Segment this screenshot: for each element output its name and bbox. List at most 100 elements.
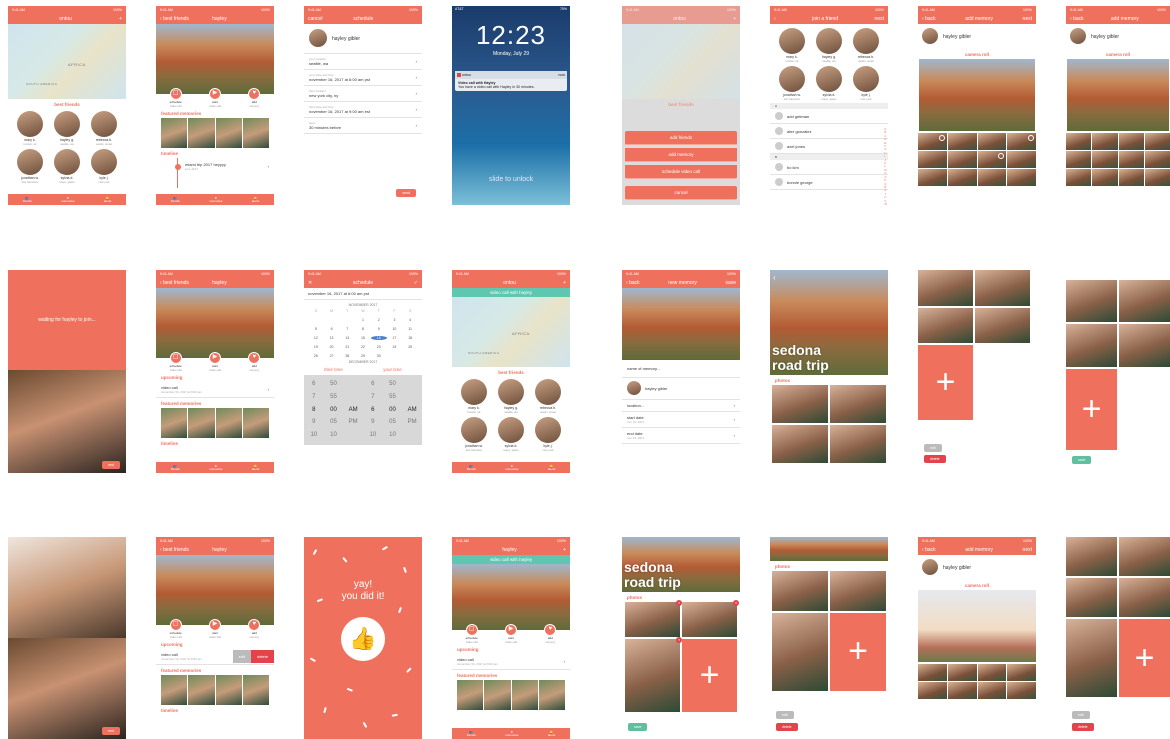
calendar-day[interactable]: 2	[371, 318, 387, 322]
add-icon[interactable]: +	[119, 16, 122, 22]
picker-value[interactable]: 10	[363, 432, 383, 445]
picker-value[interactable]: 05	[324, 419, 344, 432]
tab-memories[interactable]: ★ memories	[61, 196, 74, 203]
picker-value[interactable]: 10	[383, 432, 403, 445]
picker-value[interactable]: 6	[363, 407, 383, 420]
picker-value[interactable]: PM	[402, 419, 422, 432]
back-icon[interactable]: ‹	[773, 273, 776, 282]
picker-value[interactable]: 50	[324, 381, 344, 394]
picker-value[interactable]: PM	[343, 419, 363, 432]
featured-memories[interactable]	[156, 118, 274, 148]
timeline-item[interactable]: miami trip 2017 heyyyy june 2017 ›	[180, 158, 274, 174]
calendar-day[interactable]: 7	[339, 327, 355, 331]
calendar-day[interactable]: 14	[339, 336, 355, 340]
calendar-day[interactable]: 9	[371, 327, 387, 331]
calendar-day[interactable]: 25	[402, 345, 418, 349]
end-call-button[interactable]: end	[102, 461, 120, 469]
friend-item[interactable]: kyle j. new york	[87, 149, 121, 184]
calendar-day[interactable]: 13	[324, 336, 340, 340]
slide-to-unlock[interactable]: slide to unlock	[452, 176, 570, 183]
delete-button[interactable]: delete	[924, 455, 946, 463]
picker-value[interactable]: AM	[402, 407, 422, 420]
calendar-day[interactable]: 16	[370, 336, 387, 340]
edit-button[interactable]: edit	[924, 444, 942, 452]
calendar-day[interactable]	[308, 318, 324, 322]
picker-value[interactable]: 50	[383, 381, 403, 394]
calendar-day[interactable]: 8	[355, 327, 371, 331]
remove-photo-icon[interactable]: ×	[676, 636, 682, 643]
picker-value[interactable]: 55	[324, 394, 344, 407]
picker-value[interactable]: 55	[383, 394, 403, 407]
calendar-day[interactable]: 3	[387, 318, 403, 322]
calendar-day[interactable]: 26	[308, 354, 324, 358]
picker-value[interactable]: 05	[383, 419, 403, 432]
remove-photo-icon[interactable]: ×	[733, 600, 739, 606]
calendar-day[interactable]	[387, 354, 403, 358]
save-button[interactable]: save	[628, 723, 648, 731]
friend-item[interactable]: rebecca b. austin, texas	[87, 111, 121, 146]
calendar-day[interactable]: 24	[387, 345, 403, 349]
notification[interactable]: ontou now Video call with Hayley You have …	[455, 71, 567, 92]
calendar[interactable]: S M T W T F S 1 2 3 4 5 6 7 8 9 10 11 12 13 14 15 16 17 18 19 20 21…	[304, 307, 422, 360]
back-button[interactable]: ‹ back	[922, 16, 936, 22]
calendar-day[interactable]: 21	[339, 345, 355, 349]
picker-value[interactable]: 9	[363, 419, 383, 432]
alphabet-index[interactable]: ABCDEFGHIJKLMNOPQRSTUVWXYZ#	[884, 127, 887, 205]
picker-value[interactable]	[343, 394, 363, 407]
time-picker[interactable]: 6 50 6 50 7 55 7 55 8 00 AM 6 00 AM 9 05 PM 9 05 PM 10 10 10 10	[304, 375, 422, 445]
schedule-call-button[interactable]: ▢ schedule video call	[169, 88, 182, 108]
tab-alerts[interactable]: 🔔 alerts	[104, 196, 111, 203]
picker-value[interactable]	[402, 394, 422, 407]
picker-value[interactable]: 7	[304, 394, 324, 407]
edit-swipe-button[interactable]: edit	[232, 650, 252, 663]
calendar-day[interactable]: 23	[371, 345, 387, 349]
calendar-day[interactable]	[402, 354, 418, 358]
world-map[interactable]: AFRICA SOUTH AMERICA	[8, 24, 126, 99]
picker-value[interactable]: 8	[304, 407, 324, 420]
picker-value[interactable]	[343, 381, 363, 394]
friend-item[interactable]: hayley g. seattle, wa	[50, 111, 84, 146]
calendar-day[interactable]: 12	[308, 336, 324, 340]
calendar-day[interactable]: 28	[339, 354, 355, 358]
send-button[interactable]: send	[396, 189, 416, 197]
add-photo-button[interactable]: +	[918, 345, 973, 420]
save-button[interactable]: save	[1072, 456, 1092, 464]
calendar-day[interactable]: 4	[402, 318, 418, 322]
camera-roll-grid[interactable]	[918, 133, 1036, 186]
picker-value[interactable]	[402, 381, 422, 394]
calendar-day[interactable]	[339, 318, 355, 322]
sheet-add-friends[interactable]: add friends	[625, 131, 737, 145]
calendar-day[interactable]: 17	[387, 336, 403, 340]
picker-value[interactable]: 10	[324, 432, 344, 445]
picker-value[interactable]: 10	[304, 432, 324, 445]
calendar-day[interactable]: 30	[371, 354, 387, 358]
calendar-day[interactable]: 22	[355, 345, 371, 349]
start-call-button[interactable]: ▶ start video call	[209, 88, 221, 108]
call-banner[interactable]: video call with hayley	[452, 288, 570, 297]
next-button[interactable]: next	[875, 16, 884, 22]
picker-value[interactable]: 6	[363, 381, 383, 394]
picker-value[interactable]: AM	[343, 407, 363, 420]
picker-value[interactable]: 00	[324, 407, 344, 420]
back-button[interactable]: ‹ best friends	[160, 16, 189, 22]
calendar-day[interactable]: 19	[308, 345, 324, 349]
friend-item[interactable]: jonathan w. san francisco	[13, 149, 47, 184]
upcoming-item[interactable]: video call november 16, 2017 at 8:00 am ›	[156, 382, 274, 398]
sheet-add-memory[interactable]: add memory	[625, 148, 737, 162]
picker-value[interactable]: 9	[304, 419, 324, 432]
sheet-cancel[interactable]: cancel	[625, 186, 737, 200]
friend-item[interactable]: sylvia d. tokyo, japan	[50, 149, 84, 184]
calendar-day[interactable]: 5	[308, 327, 324, 331]
calendar-day[interactable]: 10	[387, 327, 403, 331]
calendar-day[interactable]	[324, 318, 340, 322]
picker-value[interactable]	[402, 432, 422, 445]
calendar-day[interactable]: 1	[355, 318, 371, 322]
add-memory-button[interactable]: ♥ add memory	[248, 88, 261, 108]
picker-value[interactable]: 00	[383, 407, 403, 420]
memory-name-input[interactable]: name of memory...	[622, 360, 740, 378]
picker-value[interactable]: 7	[363, 394, 383, 407]
delete-swipe-button[interactable]: delete	[251, 650, 274, 663]
calendar-day[interactable]: 29	[355, 354, 371, 358]
picker-value[interactable]: 6	[304, 381, 324, 394]
friend-item[interactable]: mary k. london, uk	[13, 111, 47, 146]
